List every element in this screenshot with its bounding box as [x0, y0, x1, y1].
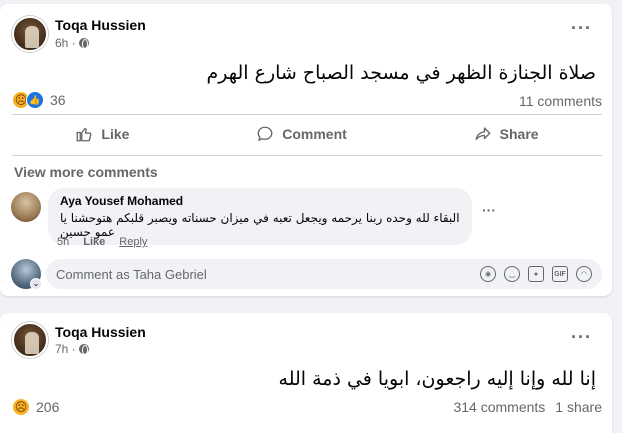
sad-reaction-icon: [12, 398, 30, 416]
like-reaction-icon: [26, 91, 44, 109]
comment-input-tools: ◉ ‿ ● GIF ◠: [480, 266, 592, 282]
post-meta: 7h ·: [55, 342, 89, 356]
more-horizontal-icon[interactable]: ···: [571, 327, 592, 348]
divider: [12, 114, 602, 115]
divider: [12, 155, 602, 156]
speech-bubble-icon: [257, 126, 273, 142]
like-button[interactable]: Like: [61, 119, 143, 149]
camera-icon[interactable]: ●: [528, 266, 544, 282]
share-button[interactable]: Share: [460, 119, 553, 149]
emoji-icon[interactable]: ‿: [504, 266, 520, 282]
chevron-down-icon[interactable]: ⌄: [30, 278, 42, 290]
shares-count[interactable]: 1 share: [555, 399, 602, 415]
post-time[interactable]: 6h ·: [55, 36, 76, 50]
post-actions: Like Comment Share: [12, 119, 602, 149]
thumbs-up-icon: [76, 128, 92, 142]
reaction-count: 36: [50, 92, 66, 108]
author-avatar[interactable]: [12, 16, 48, 52]
post-meta: 6h ·: [55, 36, 89, 50]
post-card: Toqa Hussien 7h · ··· إنا لله وإنا إليه …: [0, 313, 612, 433]
sticker-icon[interactable]: ◠: [576, 266, 592, 282]
globe-icon: [78, 344, 89, 355]
like-label: Like: [101, 126, 130, 142]
post-stats: 11 comments: [519, 93, 602, 109]
post-stats: 314 comments 1 share: [453, 399, 602, 415]
reactions-summary[interactable]: 36: [12, 91, 66, 109]
post-author[interactable]: Toqa Hussien: [55, 324, 146, 340]
post-time[interactable]: 7h ·: [55, 342, 76, 356]
reaction-count: 206: [36, 399, 60, 415]
comment-button[interactable]: Comment: [242, 119, 361, 149]
globe-icon: [78, 38, 89, 49]
comment-time[interactable]: 5h: [57, 236, 69, 248]
comment-input[interactable]: Comment as Taha Gebriel ◉ ‿ ● GIF ◠: [46, 259, 602, 289]
comment-author[interactable]: Aya Yousef Mohamed: [60, 194, 460, 208]
comments-count[interactable]: 314 comments: [453, 399, 545, 415]
comment-like-button[interactable]: Like: [83, 236, 105, 248]
comment-reply-button[interactable]: Reply: [119, 236, 147, 248]
comment-text: البقاء لله وحده ربنا يرحمه ويجعل تعبه في…: [60, 211, 460, 239]
gif-icon[interactable]: GIF: [552, 266, 568, 282]
commenter-avatar[interactable]: [11, 192, 41, 222]
post-author[interactable]: Toqa Hussien: [55, 17, 146, 33]
avatar-sticker-icon[interactable]: ◉: [480, 266, 496, 282]
post-card: Toqa Hussien 6h · ··· صلاة الجنازة الظهر…: [0, 4, 612, 296]
more-horizontal-icon[interactable]: ···: [571, 18, 592, 39]
post-text: صلاة الجنازة الظهر في مسجد الصباح شارع ا…: [206, 62, 597, 84]
reactions-summary[interactable]: 206: [12, 398, 59, 416]
post-text: إنا لله وإنا إليه راجعون، ابويا في ذمة ا…: [278, 368, 596, 390]
share-label: Share: [499, 126, 539, 142]
more-horizontal-icon[interactable]: ···: [482, 202, 496, 218]
share-arrow-icon: [475, 127, 491, 140]
comment-input-placeholder: Comment as Taha Gebriel: [56, 266, 207, 282]
view-more-comments[interactable]: View more comments: [14, 164, 158, 180]
comment-actions: 5h Like Reply: [57, 236, 147, 248]
author-avatar[interactable]: [12, 322, 48, 358]
comment-label: Comment: [282, 126, 347, 142]
comments-count[interactable]: 11 comments: [519, 93, 602, 109]
